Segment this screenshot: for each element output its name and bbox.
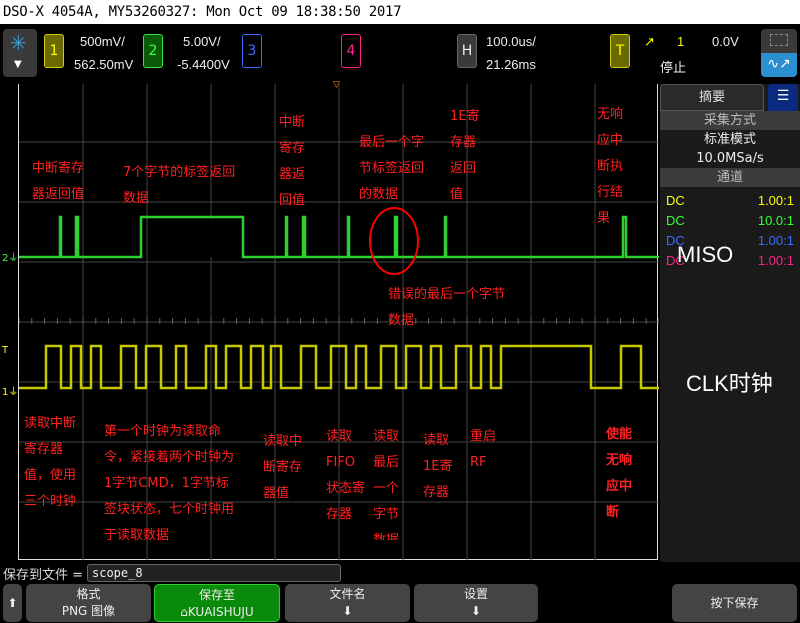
dropdown-arrow-icon: ▼ — [14, 59, 22, 70]
ch1-probe: 1.00:1 — [757, 193, 794, 208]
down-arrow-icon: ⬇ — [342, 604, 353, 618]
channels-header: 通道 — [660, 168, 800, 187]
annotation: 读取中断 寄存器 值，使用 三个时钟 — [24, 416, 77, 509]
ch2-coupling: DC — [666, 213, 685, 228]
channel-3-button[interactable]: 3 — [242, 34, 262, 68]
annotation: 重启 RF — [470, 429, 497, 470]
softkey-title: 格式 — [76, 587, 101, 601]
press-to-save-button[interactable]: 按下保存 — [672, 584, 797, 622]
down-arrow-icon: ⬇ — [470, 604, 482, 618]
ch1-offset: 562.50mV — [74, 57, 134, 72]
sample-rate: 10.0MSa/s — [696, 151, 764, 166]
ch1-coupling: DC — [666, 193, 685, 208]
time-delay: 21.26ms — [486, 57, 536, 72]
zoom-box-button[interactable] — [761, 29, 797, 53]
menu-icon[interactable]: ☰ — [768, 84, 798, 111]
side-panel: 摘要 ☰ 采集方式 标准模式 10.0MSa/s 通道 DC 1.00:1 DC 1… — [660, 84, 800, 562]
ch2-info: DC 10.0:1 — [660, 211, 800, 231]
annotation: 读取 1E寄 存器 — [423, 433, 453, 500]
top-status-bar: ✳ ▼ 1 500mV/ 562.50mV 2 5.00V/ -5.4400V … — [0, 24, 800, 82]
ch2-scale: 5.00V/ — [183, 34, 221, 49]
channel-4-button[interactable]: 4 — [341, 34, 361, 68]
touch-trigger-button[interactable]: ∿↗ — [761, 53, 797, 77]
ch2-offset: -5.4400V — [177, 57, 230, 72]
annotation: 使能 无响 应中 断 — [606, 427, 633, 520]
annotation: 读取 FIFO 状态寄 存器 — [326, 429, 366, 522]
agilent-menu-button[interactable]: ✳ ▼ — [3, 29, 37, 77]
annotation: 最后一个字 节标签返回 的数据 — [359, 135, 425, 202]
ch3-probe: 1.00:1 — [757, 233, 794, 248]
miso-label: MISO — [677, 242, 734, 267]
ch2-probe: 10.0:1 — [757, 213, 794, 228]
channel-2-button[interactable]: 2 — [143, 34, 163, 68]
rising-edge-icon: ↗ — [644, 34, 655, 49]
annotation: 读取中 断寄存 器值 — [263, 434, 303, 501]
softkey-bar: 保存到文件 = scope_8 ⬆ 格式 PNG 图像 保存至 ⌂KUAISHUJU… — [0, 562, 800, 623]
ch2-ground-marker[interactable]: 2⏚ — [2, 249, 18, 264]
softkey-title: 保存至 — [198, 588, 235, 602]
ch4-probe: 1.00:1 — [757, 253, 794, 268]
waveform-icon: ∿↗ — [767, 56, 791, 72]
trigger-source: 1 — [677, 34, 685, 49]
save-to-file-label: 保存到文件 = — [3, 568, 84, 583]
back-up-button[interactable]: ⬆ — [3, 584, 22, 622]
zoom-box-icon — [770, 34, 788, 46]
time-scale: 100.0us/ — [486, 34, 536, 49]
acquisition-mode: 标准模式 — [703, 132, 756, 147]
trigger-level-marker[interactable]: T — [2, 345, 8, 356]
up-arrow-icon: ⬆ — [7, 596, 18, 610]
channel-1-button[interactable]: 1 — [44, 34, 64, 68]
acquisition-header: 采集方式 — [660, 111, 800, 130]
title-bar: DSO-X 4054A, MY53260327: Mon Oct 09 18:3… — [0, 0, 800, 24]
ch1-scale: 500mV/ — [80, 34, 125, 49]
format-softkey[interactable]: 格式 PNG 图像 — [26, 584, 151, 622]
softkey-value: PNG 图像 — [61, 604, 116, 618]
horizontal-button[interactable]: H — [457, 34, 477, 68]
annotation: 读取 最后 一个 字节 数据 — [373, 429, 400, 540]
annotation: 中断 寄存 器返 回值 — [279, 115, 306, 208]
agilent-logo-icon: ✳ — [10, 31, 27, 55]
annotation: 7个字节的标签返回 数据 — [123, 165, 236, 206]
ch1-ground-marker[interactable]: 1⏚ — [2, 383, 18, 398]
softkey-title: 设置 — [463, 587, 488, 601]
softkey-title: 文件名 — [329, 587, 366, 601]
filename-input[interactable]: scope_8 — [87, 564, 341, 582]
annotation: 1E寄 存器 返回 值 — [450, 109, 480, 202]
annotation: 错误的最后一个字节 数据 — [388, 287, 506, 328]
annotation: 中断寄存 器返回值 — [32, 161, 85, 202]
trigger-button[interactable]: T — [610, 34, 630, 68]
trigger-position-marker[interactable]: ▽ — [333, 80, 340, 90]
save-to-softkey[interactable]: 保存至 ⌂KUAISHUJU — [154, 584, 280, 622]
filename-softkey[interactable]: 文件名 ⬇ — [285, 584, 410, 622]
softkey-value: ⌂KUAISHUJU — [180, 605, 254, 619]
settings-softkey[interactable]: 设置 ⬇ — [414, 584, 538, 622]
run-status: 停止 — [660, 60, 687, 75]
ch1-info: DC 1.00:1 — [660, 191, 800, 211]
annotation: 无响 应中 断执 行结 果 — [597, 107, 624, 226]
tab-summary[interactable]: 摘要 — [660, 84, 764, 111]
clk-label: CLK时钟 — [686, 371, 773, 396]
trigger-level: 0.0V — [712, 34, 739, 49]
annotation: 第一个时钟为读取命 令，紧接着两个时钟为 1字节CMD，1字节标 签块状态，七个… — [104, 424, 235, 543]
